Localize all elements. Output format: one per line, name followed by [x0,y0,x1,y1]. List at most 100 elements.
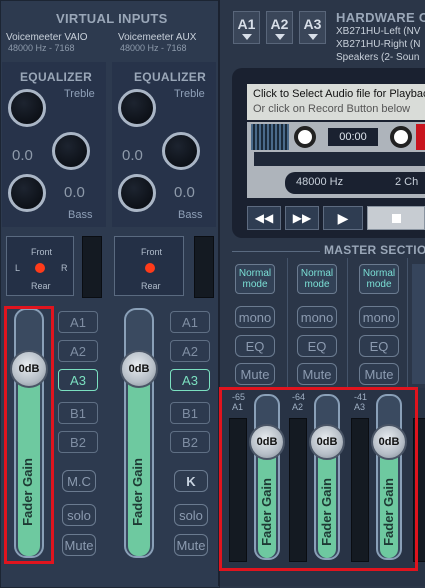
strip1-bus-a3[interactable]: A3 [58,369,98,391]
tape-strip [254,152,425,166]
hw-device-1[interactable]: XB271HU-Left (NV [336,26,420,37]
strip2-bus-a1-label: A1 [182,314,198,330]
stop-icon [391,213,401,223]
master-a2-mute-button[interactable]: Mute [297,363,337,385]
master-a3-mute-button[interactable]: Mute [359,363,399,385]
strip2-bus-b1[interactable]: B1 [170,402,210,424]
hw-out-a3-label: A3 [303,15,322,32]
strip1-pan-dot[interactable] [35,263,45,273]
master-a2-mode-line2: mode [304,279,330,290]
play-button[interactable]: ▶ [323,206,363,230]
virtual-inputs-title: VIRTUAL INPUTS [56,11,168,26]
strip2-bus-a3-label: A3 [182,372,198,388]
strip1-bus-a2[interactable]: A2 [58,340,98,362]
strip1-bus-a1[interactable]: A1 [58,311,98,333]
strip1-mode-button[interactable]: M.C [62,470,96,492]
chevron-down-icon [274,33,285,40]
strip1-bus-b1-label: B1 [70,405,86,421]
strip2-bus-a3[interactable]: A3 [170,369,210,391]
strip2-name[interactable]: Voicemeeter AUX [118,32,196,43]
strip1-input-knob[interactable] [8,89,46,127]
hw-device-3[interactable]: Speakers (2- Soun [336,52,419,63]
fast-forward-button[interactable]: ▶▶ [285,206,319,230]
master-a3-mode-line2: mode [366,279,392,290]
strip1-bus-b2-label: B2 [70,434,86,450]
strip1-bus-a3-label: A3 [70,372,86,388]
master-a2-mode-button[interactable]: Normal mode [297,264,337,294]
recorder-time: 00:00 [328,128,378,146]
strip2-bus-b2-label: B2 [182,434,198,450]
strip1-solo-button[interactable]: solo [62,504,96,526]
master-a1-mono-button[interactable]: mono [235,306,275,328]
master-section-line [232,251,320,252]
strip1-mute-button[interactable]: Mute [62,534,96,556]
strip1-bass-label: Bass [68,209,93,221]
strip1-pan-rear: Rear [31,281,51,291]
strip2-bus-a2-label: A2 [182,343,198,359]
strip2-bus-a2[interactable]: A2 [170,340,210,362]
master-a1-mode-line2: mode [242,279,268,290]
master-a1-eq-button[interactable]: EQ [235,335,275,357]
recorder-line2: Or click on Record Button below [253,103,411,115]
reel-right-icon [390,126,412,148]
strip1-treble-knob[interactable] [52,132,90,170]
strip2-pan-rear: Rear [141,281,161,291]
rewind-icon: ◀◀ [254,211,274,225]
hardware-out-title: HARDWARE OU [336,10,425,25]
strip2-solo-button[interactable]: solo [174,504,208,526]
rewind-button[interactable]: ◀◀ [247,206,281,230]
strip1-bus-b1[interactable]: B1 [58,402,98,424]
master-a1-mode-line1: Normal [238,268,272,279]
chevron-down-icon [241,33,252,40]
strip1-bus-b2[interactable]: B2 [58,431,98,453]
chevron-down-icon [307,33,318,40]
master-a3-mode-button[interactable]: Normal mode [359,264,399,294]
master-a3-mode-line1: Normal [362,268,396,279]
hw-out-a2-button[interactable]: A2 [266,11,293,44]
strip1-format: 48000 Hz - 7168 [8,43,75,53]
strip1-pan-right: R [61,263,68,273]
strip1-name[interactable]: Voicemeeter VAIO [6,32,88,43]
master-col-divider-1 [287,258,288,388]
strip1-pan-pad[interactable]: Front L R Rear [6,236,74,296]
strip2-bus-b2[interactable]: B2 [170,431,210,453]
hw-out-a3-button[interactable]: A3 [299,11,326,44]
master-a2-mono-button[interactable]: mono [297,306,337,328]
strip2-fader-knob[interactable]: 0dB [120,350,158,388]
hw-out-a1-button[interactable]: A1 [233,11,260,44]
master-a1-mute-button[interactable]: Mute [235,363,275,385]
strip2-bass-label: Bass [178,209,203,221]
master-a1-mode-button[interactable]: Normal mode [235,264,275,294]
strip1-bass-knob[interactable] [8,174,46,212]
strip2-pan-dot[interactable] [145,263,155,273]
strip2-mute-button[interactable]: Mute [174,534,208,556]
master-faders-highlight-box [219,387,418,571]
strip1-bass-value: 0.0 [64,184,85,201]
master-section-title: MASTER SECTIO [324,243,425,257]
hw-device-2[interactable]: XB271HU-Right (N [336,39,420,50]
strip2-pan-pad[interactable]: Front Rear [114,236,184,296]
master-a2-eq-button[interactable]: EQ [297,335,337,357]
strip1-treble-label: Treble [64,88,95,100]
master-a2-mode-line1: Normal [300,268,334,279]
strip2-treble-value: 0.0 [122,147,143,164]
strip1-bus-a2-label: A2 [70,343,86,359]
record-button[interactable] [416,124,425,150]
master-scroll-edge[interactable] [412,264,425,384]
reel-left-icon [294,126,316,148]
recorder-line1: Click to Select Audio file for Playback [253,88,425,100]
recorder-channels: 2 Ch [395,176,419,188]
strip1-bus-a1-label: A1 [70,314,86,330]
strip2-treble-label: Treble [174,88,205,100]
strip2-bass-knob[interactable] [118,174,156,212]
hw-out-a2-label: A2 [270,15,289,32]
master-a3-mono-button[interactable]: mono [359,306,399,328]
strip2-bus-a1[interactable]: A1 [170,311,210,333]
master-a3-eq-button[interactable]: EQ [359,335,399,357]
strip2-mode-button[interactable]: K [174,470,208,492]
stop-button[interactable] [367,206,425,230]
recorder-display[interactable]: Click to Select Audio file for Playback … [247,84,425,120]
master-col-divider-3 [407,258,408,388]
strip2-treble-knob[interactable] [162,132,200,170]
strip2-input-knob[interactable] [118,89,156,127]
